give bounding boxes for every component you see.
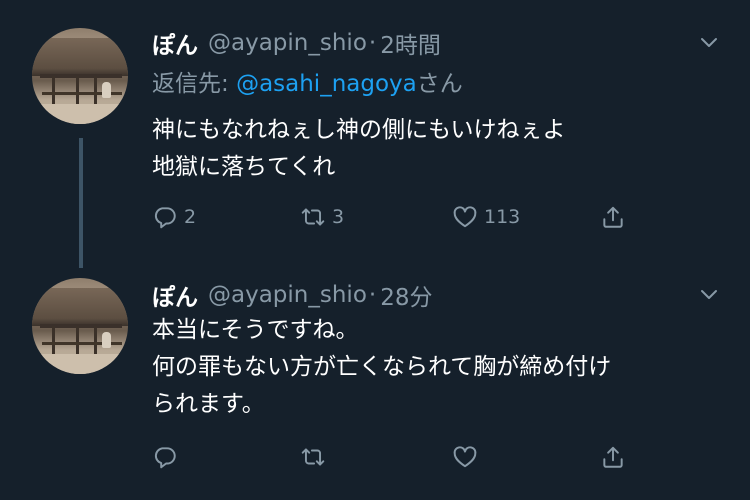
retweet-button[interactable]: 3	[300, 202, 344, 232]
reply-button[interactable]	[152, 442, 184, 472]
timestamp[interactable]: 28分	[380, 278, 432, 312]
retweet-button[interactable]	[300, 442, 332, 472]
reply-to: 返信先: @asahi_nagoyaさん	[152, 64, 463, 98]
reply-to-prefix: 返信先:	[152, 71, 237, 97]
tweet[interactable]: ぽん @ayapin_shio · 2時間 返信先: @asahi_nagoya…	[0, 0, 750, 270]
avatar-figure	[102, 332, 111, 348]
share-icon	[603, 446, 623, 468]
handle[interactable]: @ayapin_shio	[208, 30, 367, 56]
avatar-roof	[32, 38, 128, 76]
reply-icon	[154, 207, 176, 229]
tweet-text-line: 本当にそうですね。	[152, 317, 359, 343]
tweet-text: 神にもなれねぇし神の側にもいけねぇよ 地獄に落ちてくれ	[152, 112, 566, 186]
avatar-ground	[32, 104, 128, 124]
retweet-icon	[301, 208, 325, 226]
share-button[interactable]	[600, 442, 626, 472]
tweet-text-line: 地獄に落ちてくれ	[152, 154, 336, 180]
display-name[interactable]: ぽん	[152, 278, 198, 312]
retweet-icon	[301, 448, 325, 466]
separator-dot: ·	[368, 30, 377, 56]
retweet-count: 3	[332, 206, 345, 228]
handle[interactable]: @ayapin_shio	[208, 282, 367, 308]
tweet-header: ぽん @ayapin_shio · 28分	[152, 278, 432, 312]
reply-icon	[154, 447, 176, 469]
tweet[interactable]: ぽん @ayapin_shio · 28分 本当にそうですね。 何の罪もない方が…	[0, 270, 750, 500]
tweet-text-line: られます。	[152, 391, 265, 417]
chevron-down-icon[interactable]	[697, 30, 721, 54]
reply-button[interactable]: 2	[152, 202, 196, 232]
display-name[interactable]: ぽん	[152, 26, 198, 60]
avatar-figure	[102, 82, 111, 98]
tweet-text: 本当にそうですね。 何の罪もない方が亡くなられて胸が締め付け られます。	[152, 312, 611, 423]
action-bar	[152, 442, 632, 472]
avatar-ground	[32, 354, 128, 374]
thread-line	[79, 138, 83, 268]
avatar-roof	[32, 288, 128, 326]
reply-to-mention[interactable]: @asahi_nagoya	[236, 71, 417, 97]
avatar[interactable]	[32, 28, 128, 124]
heart-icon	[453, 446, 477, 468]
action-bar: 2 3 113	[152, 202, 632, 232]
tweet-text-line: 何の罪もない方が亡くなられて胸が締め付け	[152, 354, 612, 380]
like-button[interactable]: 113	[452, 202, 520, 232]
tweet-text-line: 神にもなれねぇし神の側にもいけねぇよ	[152, 117, 566, 143]
share-icon	[603, 206, 623, 228]
reply-count: 2	[184, 206, 197, 228]
heart-icon	[453, 206, 477, 228]
timestamp[interactable]: 2時間	[380, 26, 441, 60]
tweet-header: ぽん @ayapin_shio · 2時間	[152, 26, 441, 60]
separator-dot: ·	[368, 282, 377, 308]
chevron-down-icon[interactable]	[697, 282, 721, 306]
reply-to-suffix: さん	[416, 71, 463, 97]
avatar[interactable]	[32, 278, 128, 374]
like-count: 113	[484, 206, 521, 228]
share-button[interactable]	[600, 202, 626, 232]
like-button[interactable]	[452, 442, 484, 472]
